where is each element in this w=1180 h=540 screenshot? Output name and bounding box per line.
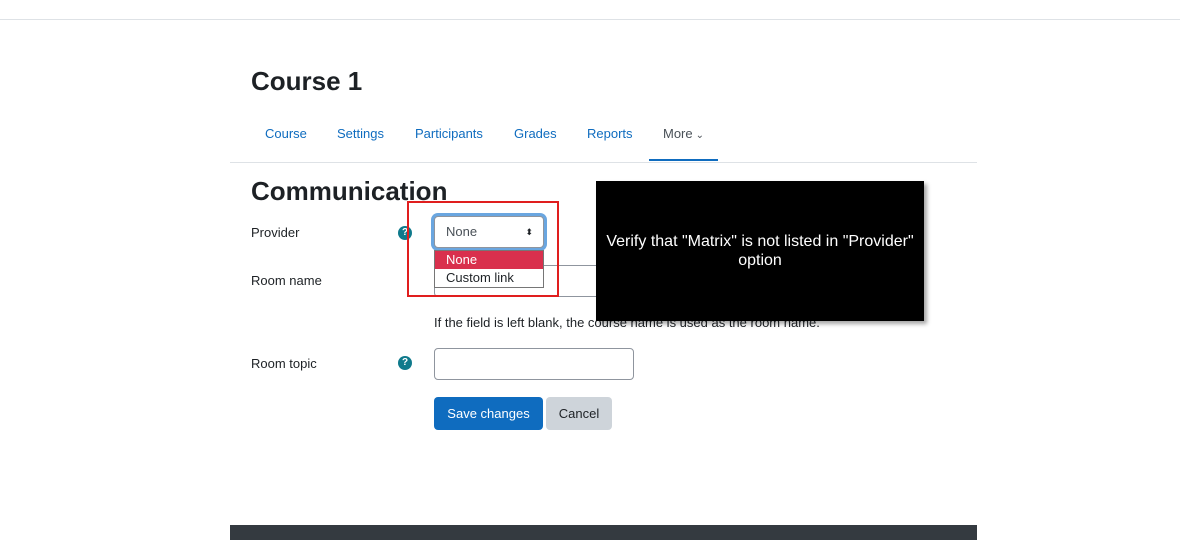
section-title: Communication (251, 176, 448, 206)
room-name-label: Room name (251, 273, 322, 288)
save-changes-button[interactable]: Save changes (434, 397, 543, 430)
provider-select[interactable]: None ⬍ (434, 216, 544, 248)
cancel-button[interactable]: Cancel (546, 397, 612, 430)
nav-settings[interactable]: Settings (323, 110, 398, 161)
annotation-text: Verify that "Matrix" is not listed in "P… (606, 233, 914, 269)
page-footer (230, 525, 977, 540)
help-icon[interactable]: ? (398, 356, 412, 370)
provider-select-value: None (446, 224, 478, 239)
provider-option-custom-link[interactable]: Custom link (435, 269, 543, 287)
nav-participants[interactable]: Participants (401, 110, 497, 161)
provider-dropdown: None Custom link (434, 250, 544, 288)
nav-reports[interactable]: Reports (573, 110, 647, 161)
nav-grades[interactable]: Grades (500, 110, 571, 161)
nav-course[interactable]: Course (251, 110, 321, 161)
room-topic-input[interactable] (434, 348, 634, 380)
help-icon[interactable]: ? (398, 226, 412, 240)
provider-label: Provider (251, 225, 300, 240)
room-topic-label: Room topic (251, 356, 317, 371)
sort-arrows-icon: ⬍ (525, 227, 533, 237)
chevron-down-icon: ⌄ (695, 130, 705, 141)
annotation-callout: Verify that "Matrix" is not listed in "P… (596, 181, 924, 321)
nav-more[interactable]: More ⌄ (649, 110, 719, 161)
header-divider (0, 19, 1180, 20)
page-title: Course 1 (251, 66, 363, 96)
secondary-navigation: Course Settings Participants Grades Repo… (230, 110, 977, 163)
provider-option-none[interactable]: None (435, 251, 543, 269)
nav-more-label: More (663, 126, 693, 141)
